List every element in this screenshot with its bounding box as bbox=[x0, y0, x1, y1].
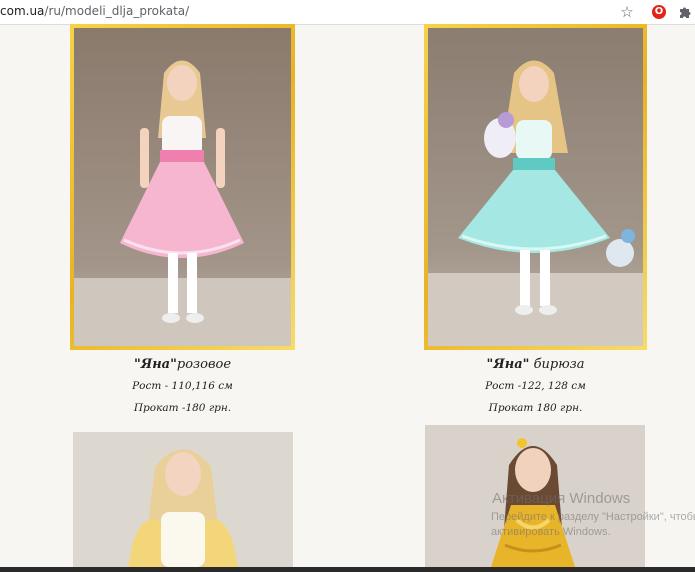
product-name-1: "Яна" bbox=[133, 357, 177, 372]
windows-activation-text: Перейдите к разделу "Настройки", чтобы bbox=[491, 511, 695, 523]
product-height-1: Рост - 110,116 см bbox=[132, 380, 233, 392]
product-title-1: "Яна"розовое bbox=[70, 357, 295, 372]
product-title-2: "Яна" бирюза bbox=[424, 357, 647, 372]
girl-white-dress-image bbox=[73, 432, 293, 567]
windows-activation-watermark: Активация Windows bbox=[492, 490, 631, 507]
url-host: com.ua bbox=[0, 4, 45, 18]
url-text[interactable]: com.ua/ru/modeli_dlja_prokata/ bbox=[0, 4, 189, 18]
product-name-2: "Яна" bbox=[486, 357, 530, 372]
address-bar[interactable]: com.ua/ru/modeli_dlja_prokata/ ☆ O bbox=[0, 0, 695, 25]
product-color-1: розовое bbox=[176, 357, 232, 372]
product-rent-1: Прокат -180 грн. bbox=[133, 402, 232, 414]
star-icon[interactable]: ☆ bbox=[618, 3, 636, 21]
product-photo-turquoise-dress[interactable] bbox=[424, 24, 647, 350]
girl-turquoise-dress-image bbox=[428, 28, 643, 346]
url-path: /ru/modeli_dlja_prokata/ bbox=[44, 4, 190, 18]
product-color-2: бирюза bbox=[529, 357, 585, 372]
windows-activation-text-2: активировать Windows. bbox=[491, 526, 611, 538]
puzzle-icon[interactable] bbox=[676, 3, 694, 21]
product-photo-pink-dress[interactable] bbox=[70, 24, 295, 350]
product-photo-3[interactable] bbox=[73, 432, 293, 567]
girl-pink-dress-image bbox=[74, 28, 291, 346]
opera-icon[interactable]: O bbox=[650, 3, 668, 21]
taskbar-edge bbox=[0, 567, 695, 572]
product-rent-2: Прокат 180 грн. bbox=[488, 402, 583, 414]
product-height-2: Рост -122, 128 см bbox=[485, 380, 586, 392]
